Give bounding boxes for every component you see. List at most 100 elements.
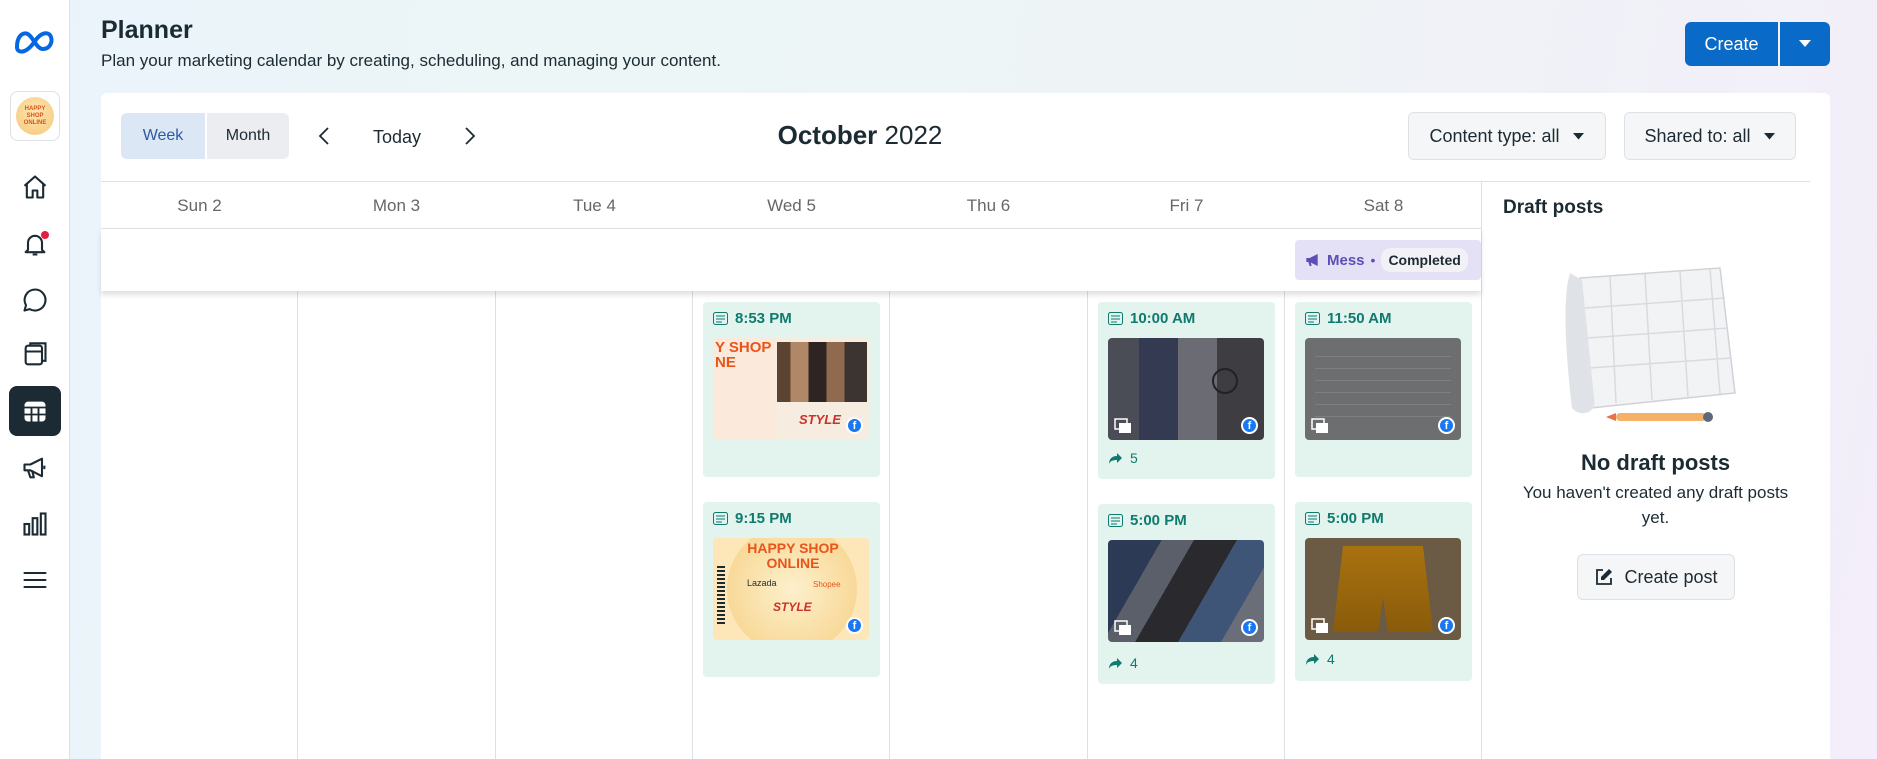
scheduled-post[interactable]: 8:53 PM Y SHOP NE STYLE f — [703, 302, 880, 477]
megaphone-icon — [23, 457, 46, 479]
post-time: 10:00 AM — [1108, 310, 1195, 327]
post-type-icon — [1305, 512, 1320, 525]
share-count-value: 5 — [1130, 450, 1138, 466]
day-header-mon: Mon 3 — [372, 196, 421, 215]
facebook-icon: f — [846, 617, 863, 634]
caret-down-icon — [1799, 40, 1811, 47]
share-count: 4 — [1108, 655, 1138, 671]
sidebar-item-menu[interactable] — [9, 555, 61, 605]
sidebar-item-home[interactable] — [9, 162, 61, 212]
share-count-value: 4 — [1327, 651, 1335, 667]
draft-top-border — [1481, 181, 1810, 182]
create-dropdown-button[interactable] — [1780, 22, 1830, 66]
sidebar-item-inbox[interactable] — [9, 275, 61, 325]
share-count: 4 — [1305, 651, 1335, 667]
post-time-label: 11:50 AM — [1327, 310, 1392, 327]
sidebar-item-insights[interactable] — [9, 499, 61, 549]
day-header-fri: Fri 7 — [1169, 196, 1204, 215]
sidebar-item-planner[interactable] — [9, 386, 61, 436]
thumb-sub: STYLE — [773, 600, 812, 614]
page-subtitle: Plan your marketing calendar by creating… — [101, 51, 721, 70]
sidebar-item-ads[interactable] — [9, 443, 61, 493]
event-status-badge: Completed — [1381, 248, 1468, 272]
no-draft-text: You haven't created any draft posts yet. — [1522, 483, 1789, 527]
draft-posts-title: Draft posts — [1503, 197, 1604, 218]
post-type-icon — [713, 312, 728, 325]
share-count-value: 4 — [1130, 655, 1138, 671]
thumb-lazada: Lazada — [747, 578, 777, 588]
post-thumbnail: f — [1108, 540, 1264, 642]
avatar-image: HAPPY SHOP ONLINE — [16, 97, 54, 135]
multi-photo-icon — [1114, 418, 1131, 433]
post-time-label: 5:00 PM — [1130, 512, 1187, 529]
share-icon — [1306, 653, 1319, 665]
column-divider — [1087, 291, 1088, 759]
post-time-label: 10:00 AM — [1130, 310, 1196, 327]
create-post-label: Create post — [1624, 566, 1718, 587]
allday-row — [101, 228, 1481, 291]
chevron-right-icon — [465, 127, 476, 145]
page-avatar[interactable]: HAPPY SHOP ONLINE — [10, 91, 60, 141]
post-time: 8:53 PM — [713, 310, 792, 327]
shared-to-filter[interactable]: Shared to: all — [1624, 112, 1796, 160]
facebook-icon: f — [1438, 417, 1455, 434]
column-divider — [1284, 291, 1285, 759]
shared-to-label: Shared to: all — [1644, 125, 1751, 146]
day-header-wed: Wed 5 — [767, 196, 816, 215]
post-thumbnail: f — [1305, 538, 1461, 640]
multi-photo-icon — [1114, 620, 1131, 635]
notification-dot — [41, 231, 49, 239]
week-view-button[interactable]: Week — [121, 113, 205, 159]
scheduled-post[interactable]: 10:00 AM f 5 — [1098, 302, 1275, 479]
caret-down-icon — [1572, 132, 1584, 139]
post-thumbnail: f — [1305, 338, 1461, 440]
post-time-label: 9:15 PM — [735, 510, 792, 527]
calendar-illustration-icon — [1565, 267, 1736, 422]
share-icon — [1109, 657, 1122, 669]
year-label: 2022 — [884, 120, 943, 150]
shorts-photo — [1333, 546, 1433, 632]
sidebar: HAPPY SHOP ONLINE — [0, 0, 70, 759]
scheduled-post[interactable]: 11:50 AM f — [1295, 302, 1472, 477]
facebook-icon: f — [1438, 617, 1455, 634]
post-type-icon — [1108, 514, 1123, 527]
post-time: 5:00 PM — [1108, 512, 1187, 529]
megaphone-icon — [1306, 254, 1318, 266]
create-post-button[interactable]: Create post — [1577, 554, 1735, 600]
scheduled-post[interactable]: 5:00 PM f 4 — [1295, 502, 1472, 681]
day-header-thu: Thu 6 — [966, 196, 1011, 215]
today-button[interactable]: Today — [362, 122, 432, 152]
month-view-button[interactable]: Month — [207, 113, 289, 159]
scheduled-post[interactable]: 9:15 PM HAPPY SHOP ONLINE Lazada Shopee … — [703, 502, 880, 677]
post-type-icon — [713, 512, 728, 525]
post-time: 5:00 PM — [1305, 510, 1384, 527]
caret-down-icon — [1763, 132, 1775, 139]
column-divider — [889, 291, 890, 759]
multi-photo-icon — [1311, 618, 1328, 633]
create-button[interactable]: Create — [1685, 22, 1778, 66]
next-week-button[interactable] — [456, 122, 484, 150]
meta-logo-icon[interactable] — [11, 25, 59, 57]
content-type-filter[interactable]: Content type: all — [1408, 112, 1606, 160]
scheduled-post[interactable]: 5:00 PM f 4 — [1098, 504, 1275, 684]
day-header-tue: Tue 4 — [573, 196, 616, 215]
column-divider — [297, 291, 298, 759]
post-time: 9:15 PM — [713, 510, 792, 527]
content-type-label: Content type: all — [1429, 125, 1560, 146]
day-header-sat: Sat 8 — [1363, 196, 1404, 215]
month-name: October — [777, 120, 878, 150]
no-draft-title: No draft posts — [1580, 450, 1731, 475]
clothes-photo — [777, 342, 867, 402]
edit-icon — [1596, 569, 1613, 585]
post-time-label: 8:53 PM — [735, 310, 792, 327]
calendar-icon — [24, 401, 46, 422]
bar-chart-icon — [23, 512, 47, 536]
previous-week-button[interactable] — [310, 122, 338, 150]
allday-event[interactable]: Mess • Completed — [1295, 240, 1481, 280]
grid-top-border — [101, 181, 1481, 182]
multi-photo-icon — [1311, 418, 1328, 433]
sidebar-item-notifications[interactable] — [9, 219, 61, 269]
sidebar-item-content[interactable] — [9, 330, 61, 380]
thumb-shopee: Shopee — [813, 580, 841, 589]
thumb-text: HAPPY SHOP ONLINE — [747, 540, 839, 571]
